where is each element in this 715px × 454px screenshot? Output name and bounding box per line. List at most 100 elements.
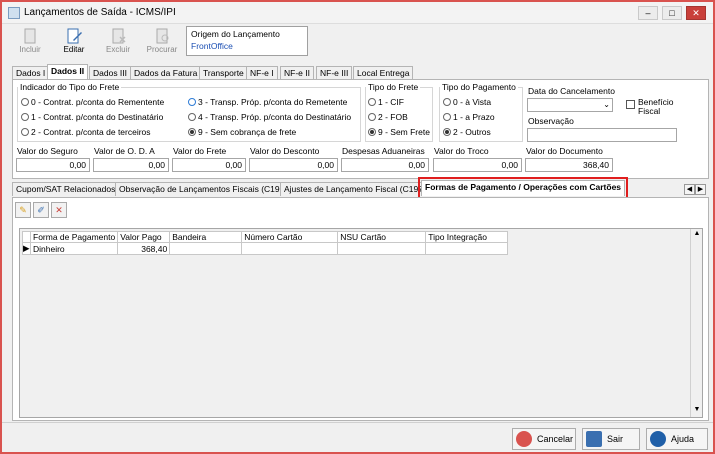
beneficio-label-2: Fiscal — [638, 106, 661, 116]
tab-dados-fatura[interactable]: Dados da Fatura — [130, 66, 202, 80]
radio-frete-2[interactable]: 2 - Contrat. p/conta de terceiros — [21, 127, 151, 137]
add-row-icon[interactable]: ✎ — [15, 202, 31, 218]
radio-fob-label: 2 - FOB — [378, 112, 408, 122]
table-row[interactable]: ▶ Dinheiro 368,40 — [22, 242, 509, 255]
cell-bandeira[interactable] — [169, 242, 243, 255]
excluir-button[interactable]: Excluir — [98, 26, 138, 60]
grid-vertical-scrollbar[interactable]: ▲ ▼ — [690, 229, 702, 417]
frete-indicador-legend: Indicador do Tipo do Frete — [20, 82, 120, 92]
row-pointer-icon: ▶ — [22, 242, 31, 255]
col-tipo-integracao[interactable]: Tipo Integração — [425, 231, 509, 243]
radio-a-prazo-label: 1 - a Prazo — [453, 112, 495, 122]
chevron-right-icon[interactable]: ▶ — [695, 184, 706, 195]
close-button[interactable]: ✕ — [686, 6, 706, 20]
seguro-input[interactable]: 0,00 — [16, 158, 90, 172]
observacao-label: Observação — [528, 116, 574, 126]
minimize-button[interactable]: – — [638, 6, 658, 20]
row-indicator-header — [22, 231, 31, 243]
scroll-down-icon[interactable]: ▼ — [692, 406, 702, 416]
procurar-button[interactable]: Procurar — [142, 26, 182, 60]
radio-frete-4-label: 4 - Transp. Próp. p/conta do Destinatári… — [198, 112, 352, 122]
radio-sem-frete[interactable]: 9 - Sem Frete — [368, 127, 430, 137]
delete-document-icon — [112, 28, 126, 44]
tab-local-entrega[interactable]: Local Entrega — [353, 66, 414, 80]
pagamentos-table: Forma de Pagamento Valor Pago Bandeira N… — [22, 231, 509, 255]
delete-row-icon[interactable]: ✕ — [51, 202, 67, 218]
troco-input[interactable]: 0,00 — [433, 158, 522, 172]
radio-frete-9-label: 9 - Sem cobrança de frete — [198, 127, 297, 137]
incluir-label: Incluir — [19, 45, 41, 54]
radio-frete-3-label: 3 - Transp. Próp. p/conta do Remetente — [198, 97, 348, 107]
origem-label: Origem do Lançamento — [191, 29, 280, 39]
excluir-label: Excluir — [105, 45, 130, 54]
col-valor-pago[interactable]: Valor Pago — [117, 231, 171, 243]
radio-fob[interactable]: 2 - FOB — [368, 112, 408, 122]
tab-ajustes-c197[interactable]: Ajustes de Lançamento Fiscal (C197) — [280, 182, 430, 196]
cell-valor[interactable]: 368,40 — [117, 242, 171, 255]
sair-label: Sair — [607, 434, 624, 444]
radio-outros[interactable]: 2 - Outros — [443, 127, 491, 137]
cancelar-label: Cancelar — [537, 434, 574, 444]
cancel-icon — [516, 431, 532, 447]
col-forma-pagamento[interactable]: Forma de Pagamento — [29, 231, 119, 243]
tab-dados-i[interactable]: Dados I — [12, 66, 50, 80]
help-icon — [650, 431, 666, 447]
cancelamento-date-select[interactable]: ⌄ — [527, 98, 613, 112]
radio-frete-0[interactable]: 0 - Contrat. p/conta do Rementente — [21, 97, 164, 107]
cell-nsu[interactable] — [337, 242, 427, 255]
desconto-input[interactable]: 0,00 — [249, 158, 338, 172]
aduaneiras-input[interactable]: 0,00 — [341, 158, 429, 172]
editar-button[interactable]: Editar — [54, 26, 94, 60]
documento-input[interactable]: 368,40 — [525, 158, 613, 172]
formas-pagamento-panel: ✎ ✐ ✕ Forma de Pagamento Valor Pago Bandei… — [12, 197, 709, 421]
cell-numero-cartao[interactable] — [241, 242, 339, 255]
radio-frete-4[interactable]: 4 - Transp. Próp. p/conta do Destinatári… — [188, 112, 351, 122]
maximize-button[interactable]: □ — [662, 6, 682, 20]
tab-transporte[interactable]: Transporte — [199, 66, 248, 80]
tab-dados-iii[interactable]: Dados III — [89, 66, 132, 80]
pagamentos-grid: Forma de Pagamento Valor Pago Bandeira N… — [19, 228, 703, 418]
beneficio-fiscal-checkbox[interactable] — [626, 100, 635, 109]
incluir-button[interactable]: Incluir — [10, 26, 50, 60]
window: Lançamentos de Saída - ICMS/IPI – □ ✕ In… — [0, 0, 715, 454]
radio-frete-0-label: 0 - Contrat. p/conta do Rementente — [31, 97, 165, 107]
radio-a-prazo[interactable]: 1 - a Prazo — [443, 112, 495, 122]
scroll-up-icon[interactable]: ▲ — [692, 230, 702, 240]
tab-observacao-c195[interactable]: Observação de Lançamentos Fiscais (C195) — [115, 182, 292, 196]
sair-button[interactable]: Sair — [582, 428, 640, 450]
col-bandeira[interactable]: Bandeira — [169, 231, 243, 243]
radio-frete-3[interactable]: 3 - Transp. Próp. p/conta do Remetente — [188, 97, 347, 107]
radio-frete-1-label: 1 - Contrat. p/conta do Destinatário — [31, 112, 164, 122]
tab-formas-pagamento[interactable]: Formas de Pagamento / Operações com Cart… — [417, 177, 629, 199]
oda-input[interactable]: 0,00 — [93, 158, 169, 172]
cancelar-button[interactable]: Cancelar — [512, 428, 576, 450]
tab-nfe-iii[interactable]: NF-e III — [316, 66, 353, 80]
observacao-input[interactable] — [527, 128, 677, 142]
radio-frete-9[interactable]: 9 - Sem cobrança de frete — [188, 127, 296, 137]
col-numero-cartao[interactable]: Número Cartão — [241, 231, 339, 243]
tab-dados-ii[interactable]: Dados II — [47, 64, 89, 80]
edit-row-icon[interactable]: ✐ — [33, 202, 49, 218]
dados-ii-panel: Indicador do Tipo do Frete 0 - Contrat. … — [12, 79, 709, 179]
radio-frete-1[interactable]: 1 - Contrat. p/conta do Destinatário — [21, 112, 163, 122]
editar-label: Editar — [63, 45, 85, 54]
radio-cif-label: 1 - CIF — [378, 97, 404, 107]
ajuda-button[interactable]: Ajuda — [646, 428, 708, 450]
subtab-scroll: ◀ ▶ — [684, 183, 708, 195]
col-nsu-cartao[interactable]: NSU Cartão — [337, 231, 427, 243]
radio-cif[interactable]: 1 - CIF — [368, 97, 404, 107]
cancelamento-label: Data do Cancelamento — [528, 86, 615, 96]
radio-a-vista-label: 0 - à Vista — [453, 97, 492, 107]
tab-nfe-ii[interactable]: NF-e II — [280, 66, 314, 80]
grid-toolbar: ✎ ✐ ✕ — [15, 202, 69, 220]
cell-tipo-integracao[interactable] — [425, 242, 509, 255]
cell-forma[interactable]: Dinheiro — [29, 242, 119, 255]
tab-cupom-sat[interactable]: Cupom/SAT Relacionados — [12, 182, 120, 196]
radio-sem-frete-label: 9 - Sem Frete — [378, 127, 430, 137]
ajuda-label: Ajuda — [671, 434, 695, 444]
frete-input[interactable]: 0,00 — [172, 158, 246, 172]
chevron-left-icon[interactable]: ◀ — [684, 184, 695, 195]
new-document-icon — [24, 28, 36, 44]
tab-nfe-i[interactable]: NF-e I — [246, 66, 278, 80]
radio-a-vista[interactable]: 0 - à Vista — [443, 97, 491, 107]
